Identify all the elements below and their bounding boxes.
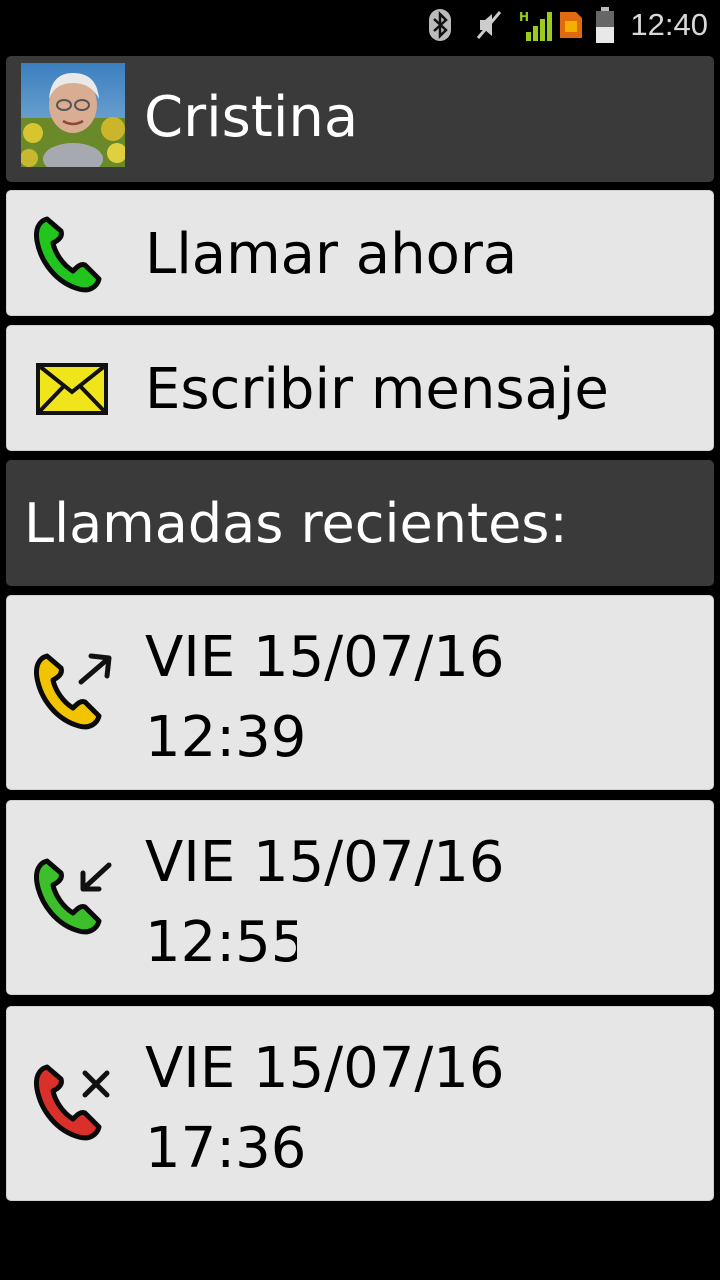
envelope-icon bbox=[36, 363, 108, 415]
write-message-label: Escribir mensaje bbox=[145, 357, 609, 422]
sim-icon bbox=[560, 12, 582, 38]
recent-calls-header: Llamadas recientes: bbox=[6, 460, 714, 586]
mute-icon bbox=[476, 11, 502, 39]
bluetooth-icon bbox=[429, 9, 451, 41]
missed-call-icon bbox=[34, 1064, 110, 1141]
write-message-button[interactable]: Escribir mensaje bbox=[6, 325, 714, 451]
incoming-call-icon bbox=[34, 858, 112, 935]
call-date: VIE 15/07/16 bbox=[145, 625, 505, 690]
call-now-label: Llamar ahora bbox=[145, 222, 518, 287]
call-time: 17:36 bbox=[145, 1116, 307, 1181]
recent-call-item[interactable]: VIE 15/07/16 12:55 bbox=[6, 800, 714, 995]
signal-icon: H bbox=[519, 10, 552, 41]
network-type-label: H bbox=[519, 10, 529, 24]
call-time: 12:39 bbox=[145, 705, 307, 770]
status-bar: H 12:40 bbox=[0, 0, 720, 50]
call-date: VIE 15/07/16 bbox=[145, 1036, 505, 1101]
contact-header: Cristina bbox=[6, 56, 714, 182]
call-time: 12:55 bbox=[145, 910, 297, 975]
contact-name: Cristina bbox=[144, 85, 359, 150]
call-now-button[interactable]: Llamar ahora bbox=[6, 190, 714, 316]
recent-call-item[interactable]: VIE 15/07/16 12:39 bbox=[6, 595, 714, 790]
phone-icon bbox=[34, 216, 102, 293]
call-date: VIE 15/07/16 bbox=[145, 830, 505, 895]
contact-photo bbox=[21, 63, 125, 167]
recent-call-item[interactable]: VIE 15/07/16 17:36 bbox=[6, 1006, 714, 1201]
avatar[interactable] bbox=[21, 63, 125, 167]
recent-calls-title: Llamadas recientes: bbox=[24, 492, 568, 555]
outgoing-call-icon bbox=[34, 653, 112, 730]
battery-icon bbox=[596, 7, 614, 43]
status-time: 12:40 bbox=[630, 7, 708, 42]
